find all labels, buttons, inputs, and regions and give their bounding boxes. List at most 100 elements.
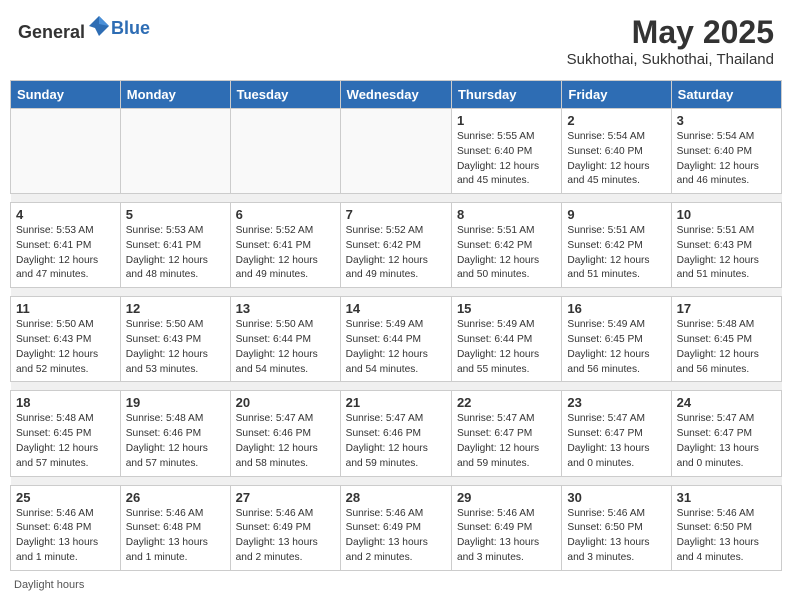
day-info: Sunrise: 5:47 AM Sunset: 6:47 PM Dayligh…: [677, 412, 776, 471]
table-row: 6 Sunrise: 5:52 AM Sunset: 6:41 PM Daylig…: [230, 203, 340, 288]
table-row: [120, 109, 230, 194]
subtitle: Sukhothai, Sukhothai, Thailand: [567, 51, 774, 68]
table-row: 25Sunrise: 5:46 AM Sunset: 6:48 PM Dayli…: [11, 485, 121, 570]
table-row: 16Sunrise: 5:49 AM Sunset: 6:45 PM Dayli…: [562, 297, 671, 382]
day-info: Sunrise: 5:46 AM Sunset: 6:50 PM Dayligh…: [677, 507, 776, 566]
table-row: [11, 109, 121, 194]
day-info: Sunrise: 5:53 AM Sunset: 6:41 PM Dayligh…: [16, 224, 115, 283]
spacer-cell: [340, 288, 451, 297]
day-number: 5: [126, 207, 225, 222]
table-row: 15Sunrise: 5:49 AM Sunset: 6:44 PM Dayli…: [451, 297, 561, 382]
spacer-cell: [11, 382, 121, 391]
table-row: 17Sunrise: 5:48 AM Sunset: 6:45 PM Dayli…: [671, 297, 781, 382]
col-wednesday: Wednesday: [340, 81, 451, 109]
day-number: 16: [567, 301, 665, 316]
day-info: Sunrise: 5:47 AM Sunset: 6:46 PM Dayligh…: [236, 412, 335, 471]
day-info: Sunrise: 5:48 AM Sunset: 6:45 PM Dayligh…: [16, 412, 115, 471]
calendar-week-1: 1 Sunrise: 5:55 AM Sunset: 6:40 PM Daylig…: [11, 109, 782, 194]
calendar-week-3: 11Sunrise: 5:50 AM Sunset: 6:43 PM Dayli…: [11, 297, 782, 382]
calendar-week-5: 25 Sunrise: 5:46 AM Sunset: 6:48 PM Dayli…: [11, 485, 782, 570]
day-info: Sunrise: 5:54 AM Sunset: 6:40 PM Dayligh…: [677, 130, 776, 189]
day-number: 26: [126, 490, 225, 505]
table-row: 27Sunrise: 5:46 AM Sunset: 6:49 PM Dayli…: [230, 485, 340, 570]
spacer-cell: [120, 476, 230, 485]
day-number: 20: [236, 395, 335, 410]
day-info: Sunrise: 5:46 AM Sunset: 6:49 PM Dayligh…: [346, 507, 446, 566]
day-number: 1: [457, 113, 556, 128]
day-number: 15: [457, 301, 556, 316]
logo: General Blue: [18, 14, 150, 43]
day-number: 18: [16, 395, 115, 410]
main-title: May 2025: [567, 14, 774, 51]
table-row: 4Sunrise: 5:53 AM Sunset: 6:41 PM Daylig…: [11, 203, 121, 288]
table-row: 29Sunrise: 5:46 AM Sunset: 6:49 PM Dayli…: [451, 485, 561, 570]
spacer-cell: [671, 476, 781, 485]
day-number: 13: [236, 301, 335, 316]
spacer-cell: [562, 382, 671, 391]
col-saturday: Saturday: [671, 81, 781, 109]
day-info: Sunrise: 5:54 AM Sunset: 6:40 PM Dayligh…: [567, 130, 665, 189]
day-number: 30: [567, 490, 665, 505]
spacer-cell: [340, 476, 451, 485]
day-number: 21: [346, 395, 446, 410]
spacer-cell: [340, 194, 451, 203]
calendar-header-row: Sunday Monday Tuesday Wednesday Thursday…: [11, 81, 782, 109]
day-info: Sunrise: 5:55 AM Sunset: 6:40 PM Dayligh…: [457, 130, 556, 189]
day-number: 23: [567, 395, 665, 410]
spacer-cell: [120, 382, 230, 391]
day-info: Sunrise: 5:52 AM Sunset: 6:42 PM Dayligh…: [346, 224, 446, 283]
day-number: 24: [677, 395, 776, 410]
table-row: 5 Sunrise: 5:53 AM Sunset: 6:41 PM Daylig…: [120, 203, 230, 288]
day-number: 8: [457, 207, 556, 222]
spacer-cell: [671, 382, 781, 391]
table-row: 28Sunrise: 5:46 AM Sunset: 6:49 PM Dayli…: [340, 485, 451, 570]
spacer-cell: [11, 288, 121, 297]
col-thursday: Thursday: [451, 81, 561, 109]
day-info: Sunrise: 5:50 AM Sunset: 6:43 PM Dayligh…: [16, 318, 115, 377]
day-info: Sunrise: 5:46 AM Sunset: 6:48 PM Dayligh…: [126, 507, 225, 566]
table-row: 3Sunrise: 5:54 AM Sunset: 6:40 PM Daylig…: [671, 109, 781, 194]
table-row: 22Sunrise: 5:47 AM Sunset: 6:47 PM Dayli…: [451, 391, 561, 476]
day-number: 9: [567, 207, 665, 222]
table-row: 23 Sunrise: 5:47 AM Sunset: 6:47 PM Dayli…: [562, 391, 671, 476]
table-row: 13Sunrise: 5:50 AM Sunset: 6:44 PM Dayli…: [230, 297, 340, 382]
spacer-cell: [451, 476, 561, 485]
calendar-week-4: 18 Sunrise: 5:48 AM Sunset: 6:45 PM Dayli…: [11, 391, 782, 476]
day-number: 19: [126, 395, 225, 410]
spacer-cell: [671, 288, 781, 297]
day-info: Sunrise: 5:48 AM Sunset: 6:46 PM Dayligh…: [126, 412, 225, 471]
day-info: Sunrise: 5:46 AM Sunset: 6:49 PM Dayligh…: [457, 507, 556, 566]
day-info: Sunrise: 5:47 AM Sunset: 6:47 PM Dayligh…: [567, 412, 665, 471]
spacer-cell: [671, 194, 781, 203]
day-info: Sunrise: 5:51 AM Sunset: 6:43 PM Dayligh…: [677, 224, 776, 283]
day-info: Sunrise: 5:49 AM Sunset: 6:44 PM Dayligh…: [346, 318, 446, 377]
table-row: 1 Sunrise: 5:55 AM Sunset: 6:40 PM Daylig…: [451, 109, 561, 194]
day-info: Sunrise: 5:52 AM Sunset: 6:41 PM Dayligh…: [236, 224, 335, 283]
spacer-cell: [230, 194, 340, 203]
table-row: 24 Sunrise: 5:47 AM Sunset: 6:47 PM Dayli…: [671, 391, 781, 476]
day-number: 2: [567, 113, 665, 128]
day-info: Sunrise: 5:53 AM Sunset: 6:41 PM Dayligh…: [126, 224, 225, 283]
calendar-week-2: 4Sunrise: 5:53 AM Sunset: 6:41 PM Daylig…: [11, 203, 782, 288]
col-monday: Monday: [120, 81, 230, 109]
day-info: Sunrise: 5:46 AM Sunset: 6:50 PM Dayligh…: [567, 507, 665, 566]
spacer-cell: [562, 476, 671, 485]
spacer-cell: [230, 288, 340, 297]
table-row: 30 Sunrise: 5:46 AM Sunset: 6:50 PM Dayli…: [562, 485, 671, 570]
table-row: 8 Sunrise: 5:51 AM Sunset: 6:42 PM Daylig…: [451, 203, 561, 288]
day-info: Sunrise: 5:51 AM Sunset: 6:42 PM Dayligh…: [567, 224, 665, 283]
spacer-cell: [451, 382, 561, 391]
day-number: 17: [677, 301, 776, 316]
day-number: 6: [236, 207, 335, 222]
spacer-cell: [230, 382, 340, 391]
title-block: May 2025 Sukhothai, Sukhothai, Thailand: [567, 14, 774, 68]
day-number: 12: [126, 301, 225, 316]
day-number: 27: [236, 490, 335, 505]
spacer-cell: [230, 476, 340, 485]
table-row: 9 Sunrise: 5:51 AM Sunset: 6:42 PM Daylig…: [562, 203, 671, 288]
day-number: 25: [16, 490, 115, 505]
table-row: 18 Sunrise: 5:48 AM Sunset: 6:45 PM Dayli…: [11, 391, 121, 476]
logo-icon: [87, 14, 111, 38]
spacer-cell: [120, 194, 230, 203]
day-info: Sunrise: 5:51 AM Sunset: 6:42 PM Dayligh…: [457, 224, 556, 283]
